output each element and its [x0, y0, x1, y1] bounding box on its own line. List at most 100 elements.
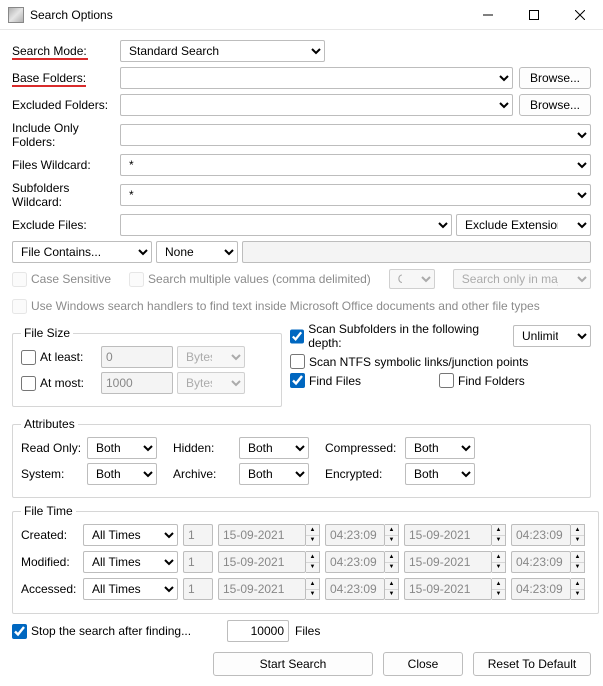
spinner-icon[interactable]: ▲▼ [492, 524, 506, 546]
find-files-label: Find Files [309, 374, 439, 388]
file-contains-mode-select[interactable]: None [156, 241, 238, 263]
search-mode-label: Search Mode: [12, 44, 120, 58]
at-least-checkbox[interactable] [21, 350, 36, 365]
close-dialog-button[interactable]: Close [383, 652, 463, 676]
include-only-combo[interactable] [120, 124, 591, 146]
files-wildcard-combo[interactable]: * [120, 154, 591, 176]
scan-ntfs-checkbox[interactable] [290, 354, 305, 369]
at-least-label: At least: [40, 350, 83, 364]
created-mode-select[interactable]: All Times [83, 524, 178, 546]
modified-count-input[interactable] [183, 551, 213, 573]
minimize-button[interactable] [465, 0, 511, 30]
accessed-mode-select[interactable]: All Times [83, 578, 178, 600]
spinner-icon[interactable]: ▲▼ [571, 551, 585, 573]
start-search-button[interactable]: Start Search [213, 652, 373, 676]
system-label: System: [21, 467, 87, 481]
scan-ntfs-label: Scan NTFS symbolic links/junction points [309, 355, 528, 369]
spinner-icon[interactable]: ▲▼ [306, 578, 320, 600]
spinner-icon[interactable]: ▲▼ [492, 578, 506, 600]
modified-date2-input[interactable] [404, 551, 492, 573]
exclude-files-combo[interactable] [120, 214, 452, 236]
titlebar: Search Options [0, 0, 603, 30]
at-most-input[interactable] [101, 372, 173, 394]
file-contains-value-input[interactable] [242, 241, 591, 263]
stream-scope-select[interactable]: Search only in major streams [453, 269, 591, 289]
created-date1-input[interactable] [218, 524, 306, 546]
scan-subfolders-checkbox[interactable] [290, 329, 304, 344]
attributes-group: Attributes Read Only: Both Hidden: Both … [12, 417, 591, 498]
modified-time1-input[interactable] [325, 551, 385, 573]
stop-after-checkbox[interactable] [12, 624, 27, 639]
modified-time2-input[interactable] [511, 551, 571, 573]
find-folders-label: Find Folders [458, 374, 525, 388]
win-handlers-checkbox[interactable] [12, 299, 27, 314]
system-select[interactable]: Both [87, 463, 157, 485]
at-least-unit-select[interactable]: Bytes [177, 346, 245, 368]
close-button[interactable] [557, 0, 603, 30]
at-most-checkbox[interactable] [21, 376, 36, 391]
modified-row: Modified: All Times ▲▼ ▲▼ ▲▼ ▲▼ [21, 551, 590, 573]
spinner-icon[interactable]: ▲▼ [385, 578, 399, 600]
created-time1-input[interactable] [325, 524, 385, 546]
find-folders-checkbox[interactable] [439, 373, 454, 388]
created-time2-input[interactable] [511, 524, 571, 546]
accessed-date1-input[interactable] [218, 578, 306, 600]
spinner-icon[interactable]: ▲▼ [571, 578, 585, 600]
spinner-icon[interactable]: ▲▼ [306, 551, 320, 573]
spinner-icon[interactable]: ▲▼ [306, 524, 320, 546]
exclude-files-label: Exclude Files: [12, 218, 120, 232]
spinner-icon[interactable]: ▲▼ [385, 524, 399, 546]
accessed-count-input[interactable] [183, 578, 213, 600]
files-wildcard-label: Files Wildcard: [12, 158, 120, 172]
maximize-button[interactable] [511, 0, 557, 30]
and-or-select[interactable]: Or [389, 269, 435, 289]
accessed-label: Accessed: [21, 582, 83, 596]
at-least-input[interactable] [101, 346, 173, 368]
file-size-legend: File Size [21, 326, 73, 340]
base-folders-combo[interactable] [120, 67, 513, 89]
case-sensitive-checkbox[interactable] [12, 272, 27, 287]
created-date2-input[interactable] [404, 524, 492, 546]
archive-label: Archive: [173, 467, 239, 481]
subfolders-wildcard-label: Subfolders Wildcard: [12, 181, 120, 209]
subfolders-wildcard-combo[interactable]: * [120, 184, 591, 206]
encrypted-label: Encrypted: [325, 467, 405, 481]
compressed-select[interactable]: Both [405, 437, 475, 459]
multi-values-checkbox[interactable] [129, 272, 144, 287]
spinner-icon[interactable]: ▲▼ [492, 551, 506, 573]
hidden-label: Hidden: [173, 441, 239, 455]
spinner-icon[interactable]: ▲▼ [571, 524, 585, 546]
archive-select[interactable]: Both [239, 463, 309, 485]
scan-depth-select[interactable]: Unlimited [513, 325, 591, 347]
find-files-checkbox[interactable] [290, 373, 305, 388]
encrypted-select[interactable]: Both [405, 463, 475, 485]
include-only-label: Include Only Folders: [12, 121, 120, 149]
app-icon [8, 7, 24, 23]
accessed-time2-input[interactable] [511, 578, 571, 600]
accessed-date2-input[interactable] [404, 578, 492, 600]
stop-after-count-input[interactable] [227, 620, 289, 642]
reset-default-button[interactable]: Reset To Default [473, 652, 591, 676]
win-handlers-option: Use Windows search handlers to find text… [12, 299, 540, 314]
base-folders-browse-button[interactable]: Browse... [519, 67, 591, 89]
excluded-folders-combo[interactable] [120, 94, 513, 116]
exclude-ext-list-select[interactable]: Exclude Extensions List [456, 214, 591, 236]
search-mode-select[interactable]: Standard Search [120, 40, 325, 62]
multi-values-label: Search multiple values (comma delimited) [148, 272, 371, 286]
modified-mode-select[interactable]: All Times [83, 551, 178, 573]
at-most-unit-select[interactable]: Bytes [177, 372, 245, 394]
accessed-time1-input[interactable] [325, 578, 385, 600]
file-contains-select[interactable]: File Contains... [12, 241, 152, 263]
created-label: Created: [21, 528, 83, 542]
at-most-label: At most: [40, 376, 84, 390]
case-sensitive-label: Case Sensitive [31, 272, 111, 286]
modified-label: Modified: [21, 555, 83, 569]
excluded-folders-browse-button[interactable]: Browse... [519, 94, 591, 116]
read-only-select[interactable]: Both [87, 437, 157, 459]
modified-date1-input[interactable] [218, 551, 306, 573]
created-count-input[interactable] [183, 524, 213, 546]
spinner-icon[interactable]: ▲▼ [385, 551, 399, 573]
excluded-folders-label: Excluded Folders: [12, 98, 120, 112]
scan-subfolders-label: Scan Subfolders in the following depth: [308, 322, 505, 350]
hidden-select[interactable]: Both [239, 437, 309, 459]
